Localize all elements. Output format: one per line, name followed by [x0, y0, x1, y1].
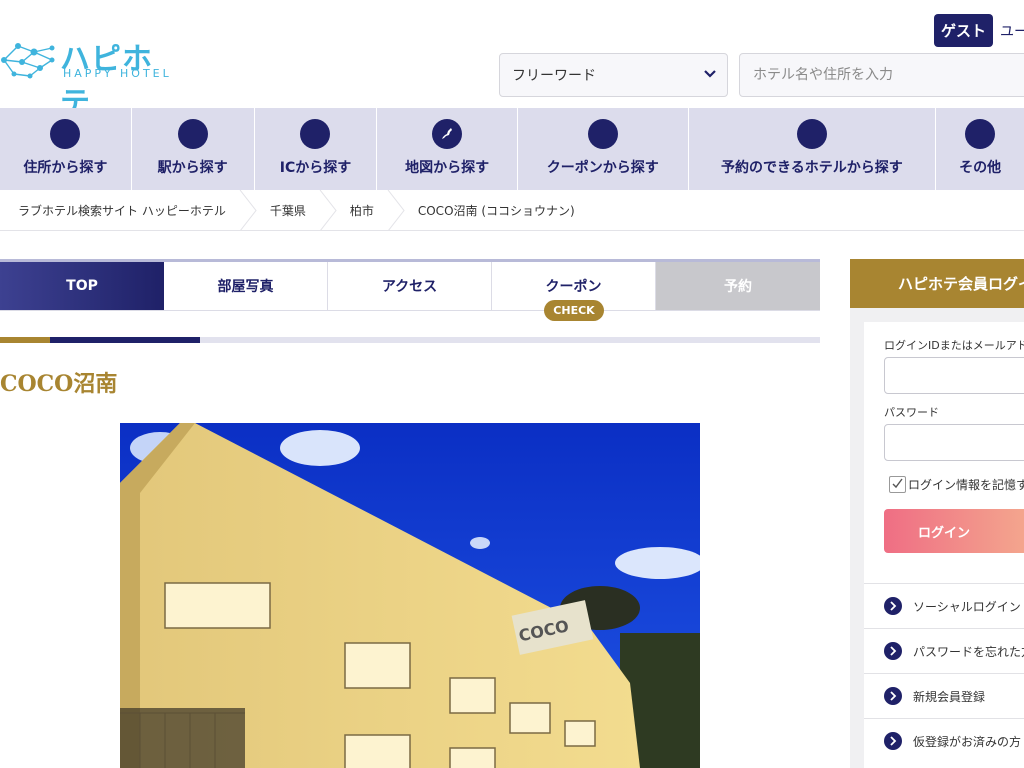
nav-item-coupon[interactable]: クーポンから探す [518, 108, 689, 190]
search-input[interactable] [739, 53, 1024, 97]
circle-icon [587, 119, 618, 149]
progress-gold-segment [0, 337, 50, 343]
chevron-right-icon [884, 642, 902, 660]
nav-label: クーポンから探す [546, 160, 659, 176]
nav-label: 住所から探す [23, 160, 108, 176]
password-label: パスワード [884, 406, 939, 419]
tab-top[interactable]: TOP [0, 262, 164, 311]
coupon-check-badge: CHECK [544, 300, 604, 321]
chevron-right-icon [884, 597, 902, 615]
side-link-label: 仮登録がお済みの方 [913, 734, 1022, 749]
register-link[interactable]: 新規会員登録 [864, 673, 1024, 718]
remember-label: ログイン情報を記憶する [908, 478, 1024, 492]
nav-item-reservable[interactable]: 予約のできるホテルから探す [689, 108, 937, 190]
user-menu-text[interactable]: ユー [1000, 21, 1024, 41]
tab-reservation: 予約 [656, 262, 820, 311]
circle-icon [300, 119, 331, 149]
nav-item-ic[interactable]: ICから探す [255, 108, 378, 190]
nav-item-map[interactable]: 地図から探す [377, 108, 518, 190]
site-header: ハピホテ HAPPY HOTEL ゲスト ユー フリーワード [0, 0, 1024, 121]
hotel-tabs: TOP 部屋写真 アクセス クーポン 予約 [0, 262, 820, 311]
site-logo[interactable]: ハピホテ HAPPY HOTEL [0, 34, 175, 121]
breadcrumb-item[interactable]: 千葉県 [270, 202, 306, 219]
remember-login[interactable]: ログイン情報を記憶する [889, 476, 1024, 493]
search-type-select[interactable]: フリーワード [499, 53, 728, 97]
chevron-down-icon [704, 70, 716, 78]
login-id-label: ログインIDまたはメールアドレス [884, 339, 1024, 352]
nav-label: 駅から探す [157, 160, 228, 176]
nav-item-station[interactable]: 駅から探す [132, 108, 255, 190]
login-button[interactable]: ログイン [884, 509, 1024, 553]
main-nav: 住所から探す 駅から探す ICから探す 地図から探す クーポンから探す 予約ので… [0, 108, 1024, 190]
progress-navy-segment [50, 337, 200, 343]
side-link-label: パスワードを忘れた方 [913, 644, 1024, 659]
circle-icon [796, 119, 827, 149]
breadcrumb-item[interactable]: 柏市 [350, 202, 374, 219]
nav-label: その他 [959, 160, 1002, 176]
circle-icon [965, 119, 996, 149]
provisional-registered-link[interactable]: 仮登録がお済みの方 [864, 718, 1024, 763]
guest-badge[interactable]: ゲスト [934, 14, 993, 47]
chevron-right-icon [884, 687, 902, 705]
nav-label: 地図から探す [405, 160, 490, 176]
breadcrumb-separator [319, 189, 337, 231]
login-id-input[interactable] [884, 357, 1024, 394]
remember-checkbox[interactable] [889, 476, 906, 493]
nav-item-address[interactable]: 住所から探す [0, 108, 132, 190]
breadcrumb-separator [387, 189, 405, 231]
nav-label: ICから探す [279, 160, 352, 176]
circle-icon [50, 119, 81, 149]
check-icon [892, 478, 903, 489]
password-input[interactable] [884, 424, 1024, 461]
network-logo-icon [1, 43, 55, 79]
login-heading: ハピホテ会員ログイン [850, 259, 1024, 308]
hotel-photo-illustration: COCO [120, 423, 700, 768]
chevron-right-icon [884, 732, 902, 750]
search-type-value: フリーワード [512, 68, 596, 84]
nav-label: 予約のできるホテルから探す [721, 160, 903, 176]
hotel-exterior-photo[interactable]: COCO [120, 423, 700, 768]
circle-icon [177, 119, 208, 149]
social-login-link[interactable]: ソーシャルログイン [864, 583, 1024, 628]
breadcrumb-item[interactable]: ラブホテル検索サイト ハッピーホテル [18, 202, 226, 219]
breadcrumb-current: COCO沼南 (ココショウナン) [417, 203, 575, 218]
side-link-label: ソーシャルログイン [913, 599, 1021, 614]
forgot-password-link[interactable]: パスワードを忘れた方 [864, 628, 1024, 673]
breadcrumb-separator [239, 189, 257, 231]
logo-text-en: HAPPY HOTEL [63, 67, 172, 80]
japan-map-icon [432, 119, 463, 149]
nav-item-other[interactable]: その他 [936, 108, 1024, 190]
tab-progress-bar [0, 337, 820, 343]
hotel-title: COCO沼南 [0, 371, 118, 397]
tab-access[interactable]: アクセス [328, 262, 492, 311]
tab-room-photos[interactable]: 部屋写真 [164, 262, 328, 311]
side-link-label: 新規会員登録 [913, 689, 986, 704]
breadcrumb: ラブホテル検索サイト ハッピーホテル 千葉県 柏市 COCO沼南 (ココショウナ… [0, 189, 1024, 231]
